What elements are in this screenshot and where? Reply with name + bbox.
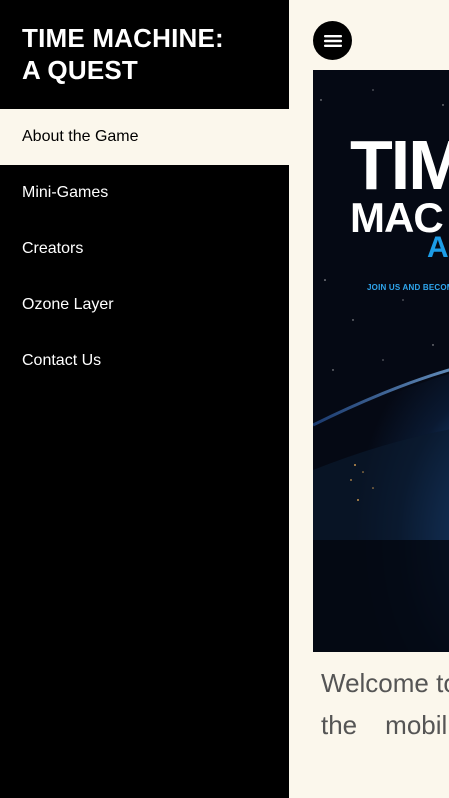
intro-line2: the mobil — [321, 704, 449, 746]
intro-line2-word1: the — [321, 710, 358, 740]
hero-banner-image: TIM MAC A JOIN US AND BECOM — [313, 70, 449, 652]
hero-title-line1: TIM — [350, 126, 449, 204]
main-nav: About the Game Mini-Games Creators Ozone… — [0, 109, 289, 389]
hero-title-line3: A — [427, 231, 449, 264]
site-title-line2: A QUEST — [22, 55, 139, 85]
intro-paragraph: Welcome to the mobil — [321, 662, 449, 746]
nav-item-creators[interactable]: Creators — [0, 221, 289, 277]
menu-toggle-button[interactable] — [313, 21, 352, 60]
nav-item-ozone-layer[interactable]: Ozone Layer — [0, 277, 289, 333]
nav-item-about-the-game[interactable]: About the Game — [0, 109, 289, 165]
hamburger-menu-icon — [323, 34, 342, 47]
nav-item-mini-games[interactable]: Mini-Games — [0, 165, 289, 221]
intro-line1: Welcome to — [321, 668, 449, 698]
hero-tagline: JOIN US AND BECOM — [367, 283, 449, 292]
intro-line2-word2: mobil — [385, 710, 448, 740]
main-content: TIM MAC A JOIN US AND BECOM Welcome to t… — [289, 0, 449, 798]
site-title[interactable]: TIME MACHINE: A QUEST — [22, 22, 267, 86]
sidebar-header: TIME MACHINE: A QUEST — [0, 0, 289, 109]
site-title-line1: TIME MACHINE: — [22, 23, 224, 53]
sidebar: TIME MACHINE: A QUEST About the Game Min… — [0, 0, 289, 798]
nav-item-contact-us[interactable]: Contact Us — [0, 333, 289, 389]
